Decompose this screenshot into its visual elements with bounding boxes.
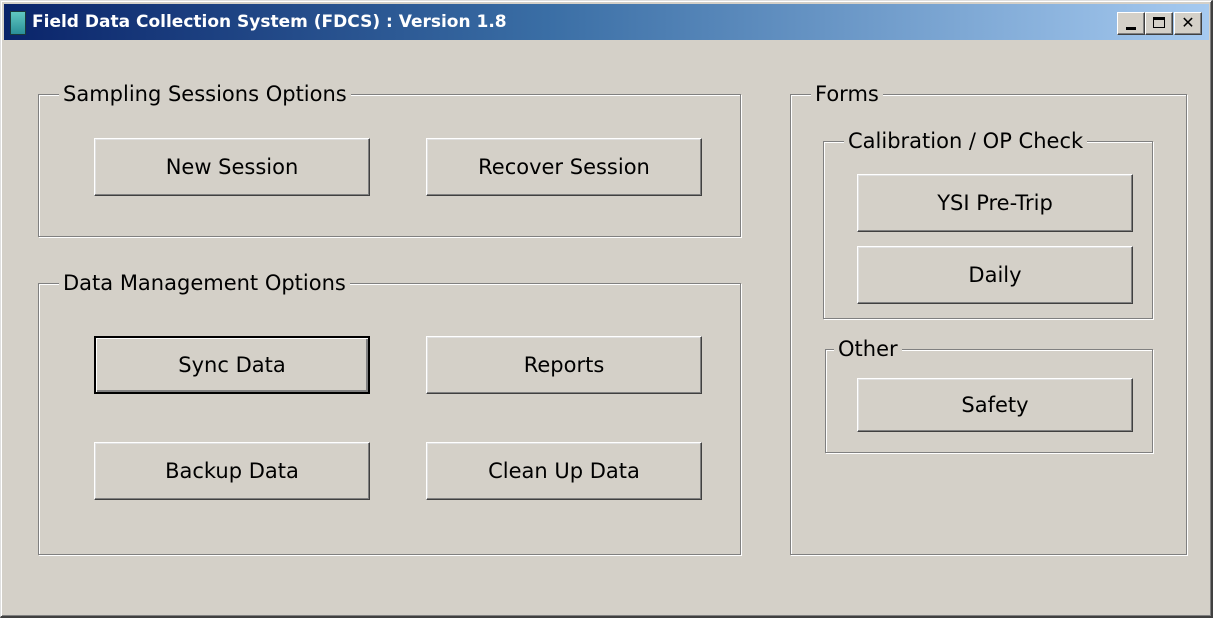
forms-group: Forms Calibration / OP Check YSI Pre-Tri…	[790, 81, 1187, 555]
close-button[interactable]: ✕	[1174, 12, 1202, 35]
new-session-button[interactable]: New Session	[94, 138, 370, 196]
app-icon	[10, 11, 26, 35]
calibration-legend: Calibration / OP Check	[844, 128, 1088, 154]
safety-button[interactable]: Safety	[857, 378, 1133, 432]
minimize-icon	[1126, 27, 1136, 30]
minimize-button[interactable]	[1117, 12, 1145, 35]
backup-data-button[interactable]: Backup Data	[94, 442, 370, 500]
sampling-sessions-group: Sampling Sessions Options New Session Re…	[38, 81, 741, 237]
close-icon: ✕	[1181, 13, 1195, 32]
recover-session-button[interactable]: Recover Session	[426, 138, 702, 196]
app-window: Field Data Collection System (FDCS) : Ve…	[0, 0, 1213, 618]
reports-button[interactable]: Reports	[426, 336, 702, 394]
data-management-group: Data Management Options Sync Data Report…	[38, 270, 741, 555]
sampling-sessions-legend: Sampling Sessions Options	[59, 81, 351, 107]
sync-data-button[interactable]: Sync Data	[94, 336, 370, 394]
title-bar[interactable]: Field Data Collection System (FDCS) : Ve…	[4, 4, 1209, 40]
forms-legend: Forms	[811, 81, 883, 107]
data-management-legend: Data Management Options	[59, 270, 350, 296]
clean-up-data-button[interactable]: Clean Up Data	[426, 442, 702, 500]
other-legend: Other	[834, 336, 902, 362]
calibration-group: Calibration / OP Check YSI Pre-Trip Dail…	[823, 128, 1153, 319]
daily-button[interactable]: Daily	[857, 246, 1133, 304]
maximize-button[interactable]	[1145, 12, 1173, 35]
other-group: Other Safety	[825, 336, 1153, 453]
ysi-pre-trip-button[interactable]: YSI Pre-Trip	[857, 174, 1133, 232]
maximize-icon	[1153, 17, 1165, 28]
window-title: Field Data Collection System (FDCS) : Ve…	[32, 12, 507, 32]
